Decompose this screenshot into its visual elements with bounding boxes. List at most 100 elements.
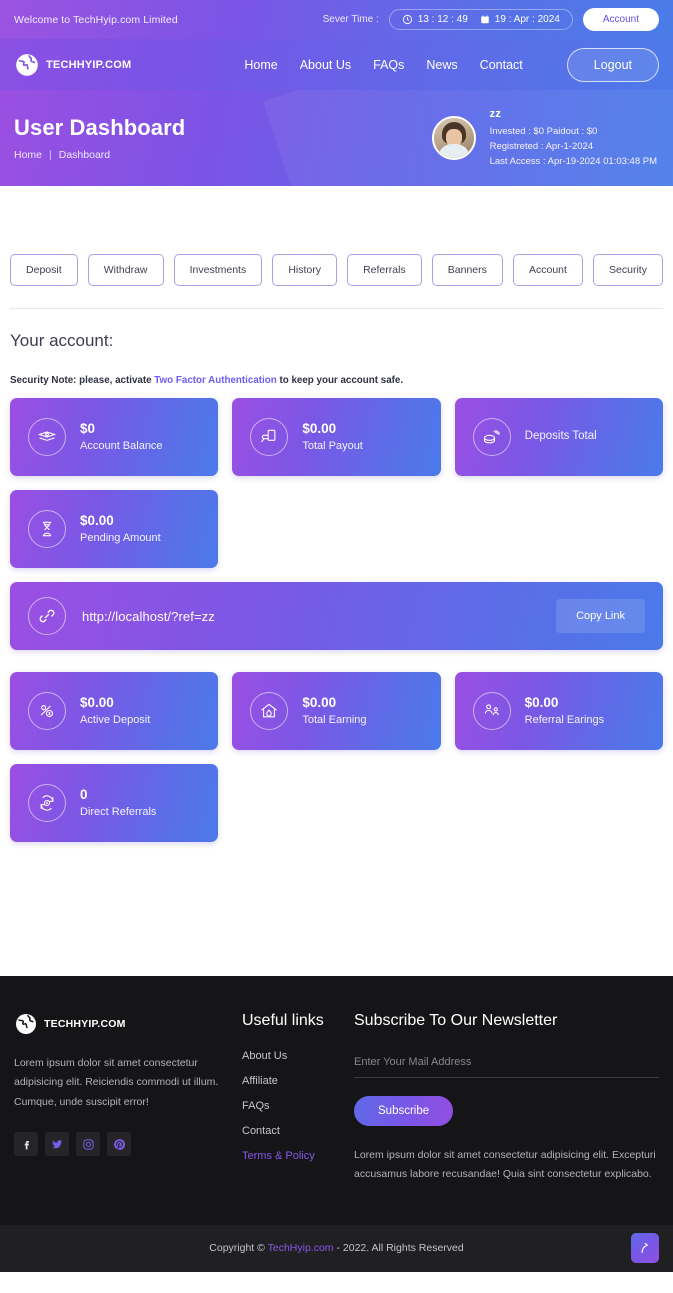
stats-row-3: $0.00 Active Deposit $0.00 Total Earning [8, 672, 665, 750]
security-note-prefix: Security Note: please, activate [10, 375, 155, 386]
card-text: $0 Account Balance [80, 420, 163, 455]
calendar-icon [480, 14, 490, 25]
card-value: $0.00 [302, 420, 337, 436]
security-note-suffix: to keep your account safe. [276, 375, 404, 386]
card-text: Deposits Total [525, 428, 597, 445]
hourglass-icon [28, 510, 66, 548]
nav-links: Home About Us FAQs News Contact Logout [244, 47, 659, 82]
breadcrumb-home[interactable]: Home [14, 149, 42, 161]
tab-history[interactable]: History [272, 254, 338, 286]
newsletter-note: Lorem ipsum dolor sit amet consectetur a… [354, 1149, 656, 1181]
card-label: Deposits Total [524, 430, 597, 443]
copy-link-button[interactable]: Copy Link [556, 599, 645, 633]
nav-link-contact[interactable]: Contact [480, 58, 523, 72]
user-name: zz [489, 107, 502, 120]
newsletter-title: Subscribe To Our Newsletter [354, 1012, 558, 1029]
main-navbar: TECHHYIP.COM Home About Us FAQs News Con… [0, 39, 673, 90]
breadcrumb-dashboard: Dashboard [58, 149, 111, 161]
footer-link-terms-policy[interactable]: Terms & Policy [242, 1150, 354, 1162]
copyright-brand-link[interactable]: TechHyip.com [268, 1242, 334, 1254]
card-value: 0 [80, 786, 88, 802]
card-value: $0.00 [80, 512, 114, 528]
pinterest-icon[interactable] [107, 1132, 131, 1157]
server-clock-group: 13 : 12 : 49 [402, 14, 468, 25]
tab-investments[interactable]: Investments [173, 254, 263, 286]
site-footer: TECHHYIP.COM Lorem ipsum dolor sit amet … [0, 976, 673, 1225]
logout-button[interactable]: Logout [566, 47, 659, 82]
two-factor-auth-link[interactable]: Two Factor Authentication [154, 375, 276, 386]
footer-newsletter-column: Subscribe To Our Newsletter Subscribe Lo… [354, 1012, 659, 1185]
footer-link-affiliate[interactable]: Affiliate [242, 1075, 354, 1087]
money-bills-icon [28, 418, 66, 456]
subscribe-button[interactable]: Subscribe [354, 1096, 454, 1126]
tab-account[interactable]: Account [512, 254, 583, 286]
twitter-icon[interactable] [45, 1132, 69, 1157]
card-deposits-total[interactable]: Deposits Total [454, 398, 663, 476]
server-time-label: Sever Time : [322, 14, 379, 25]
tabs-divider [10, 308, 663, 309]
card-label: Direct Referrals [80, 805, 157, 818]
facebook-icon[interactable] [14, 1132, 38, 1157]
account-button[interactable]: Account [582, 8, 659, 31]
card-text: $0.00 Active Deposit [80, 694, 150, 729]
card-total-earning[interactable]: $0.00 Total Earning [232, 672, 441, 750]
tab-security[interactable]: Security [592, 254, 664, 286]
dashboard-hero: User Dashboard Home | Dashboard zz Inves… [0, 90, 673, 186]
card-pending-amount[interactable]: $0.00 Pending Amount [10, 490, 219, 568]
tab-referrals[interactable]: Referrals [347, 254, 422, 286]
referral-link-bar: http://localhost/?ref=zz Copy Link [10, 582, 663, 650]
hand-cash-icon [250, 418, 289, 456]
bottom-spacer [8, 856, 665, 976]
card-label: Total Payout [302, 439, 363, 452]
tab-withdraw[interactable]: Withdraw [87, 254, 164, 286]
section-title: Your account: [10, 331, 114, 350]
footer-links-column: Useful links About Us Affiliate FAQs Con… [242, 1012, 354, 1185]
card-label: Pending Amount [80, 531, 161, 544]
card-value: $0.00 [80, 694, 114, 710]
footer-links-title: Useful links [242, 1012, 324, 1029]
nav-link-home[interactable]: Home [244, 58, 277, 72]
card-text: 0 Direct Referrals [80, 786, 156, 821]
card-total-payout[interactable]: $0.00 Total Payout [232, 398, 441, 476]
referral-url: http://localhost/?ref=zz [82, 608, 215, 624]
card-account-balance[interactable]: $0 Account Balance [10, 398, 219, 476]
brand-logo[interactable]: TECHHYIP.COM [14, 52, 131, 78]
footer-link-faqs[interactable]: FAQs [242, 1100, 354, 1112]
newsletter-email-input[interactable] [354, 1050, 659, 1078]
globe-logo-icon [14, 1012, 38, 1036]
card-referral-earings[interactable]: $0.00 Referral Earings [454, 672, 663, 750]
card-text: $0.00 Total Payout [302, 420, 363, 455]
instagram-icon[interactable] [76, 1132, 100, 1157]
stats-row-4: 0 Direct Referrals [8, 764, 665, 842]
footer-about-text: Lorem ipsum dolor sit amet consectetur a… [14, 1057, 219, 1108]
user-last-access: Last Access : Apr-19-2024 01:03:48 PM [489, 155, 657, 167]
footer-link-about-us[interactable]: About Us [242, 1050, 354, 1062]
referral-people-icon [472, 692, 511, 730]
footer-link-contact[interactable]: Contact [242, 1125, 354, 1137]
card-active-deposit[interactable]: $0.00 Active Deposit [10, 672, 219, 750]
card-direct-referrals[interactable]: 0 Direct Referrals [10, 764, 219, 842]
nav-link-news[interactable]: News [426, 58, 457, 72]
clock-icon [402, 14, 413, 25]
scroll-to-top-icon[interactable] [631, 1233, 659, 1264]
server-time-value: 13 : 12 : 49 [417, 14, 468, 25]
copyright-suffix: - 2022. All Rights Reserved [333, 1242, 464, 1255]
deposit-coins-icon [472, 418, 511, 456]
nav-link-about-us[interactable]: About Us [300, 58, 351, 72]
breadcrumb-separator: | [49, 149, 52, 161]
tab-banners[interactable]: Banners [431, 254, 503, 286]
stats-row-1: $0 Account Balance $0.00 Total Payout De… [8, 398, 665, 476]
card-label: Active Deposit [80, 713, 151, 726]
link-icon [28, 597, 66, 635]
user-meta: zz Invested : $0 Paidout : $0 Registrete… [490, 108, 657, 169]
card-text: $0.00 Referral Earings [525, 694, 604, 729]
footer-brand[interactable]: TECHHYIP.COM [14, 1012, 226, 1036]
card-text: $0.00 Pending Amount [80, 512, 161, 547]
tab-deposit[interactable]: Deposit [10, 254, 78, 286]
refresh-dollar-icon [28, 784, 66, 822]
hero-left: User Dashboard Home | Dashboard [14, 115, 185, 161]
nav-link-faqs[interactable]: FAQs [373, 58, 404, 72]
user-invested-paidout: Invested : $0 Paidout : $0 [489, 125, 598, 137]
copyright-text: Copyright © TechHyip.com - 2022. All Rig… [209, 1242, 463, 1254]
